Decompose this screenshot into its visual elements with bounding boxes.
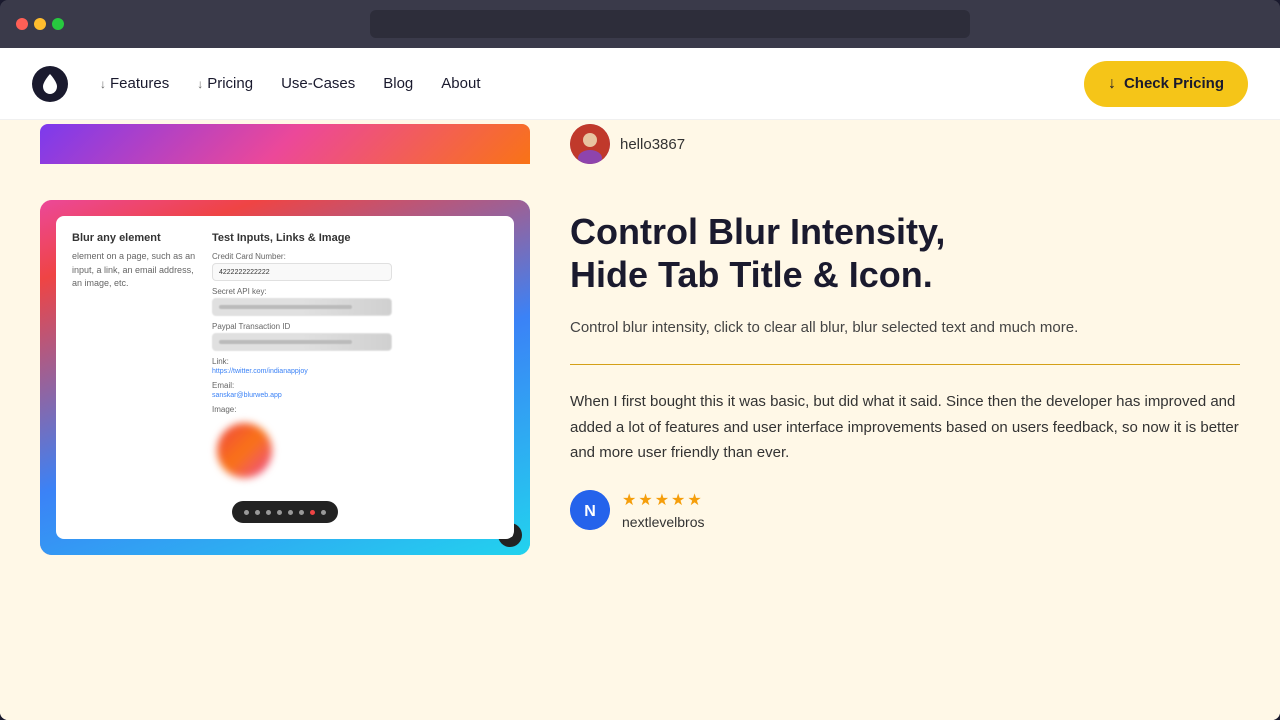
blur-panel-title: Blur any element bbox=[72, 232, 212, 244]
username: hello3867 bbox=[620, 136, 685, 153]
partial-card bbox=[40, 124, 530, 164]
reviewer-info: ★ ★ ★ ★ ★ nextlevelbros bbox=[622, 490, 705, 530]
star-4: ★ bbox=[671, 490, 685, 510]
main-content: hello3867 Blur any element element on a … bbox=[0, 120, 1280, 720]
feature-description: Control blur intensity, click to clear a… bbox=[570, 316, 1240, 340]
feature-title-line1: Control Blur Intensity, bbox=[570, 211, 945, 252]
blog-label: Blog bbox=[383, 75, 413, 92]
api-key-input bbox=[212, 298, 392, 316]
check-pricing-arrow-icon: ↓ bbox=[1108, 75, 1116, 93]
features-arrow-icon: ↓ bbox=[100, 77, 106, 91]
image-preview bbox=[212, 418, 277, 483]
traffic-light-yellow[interactable] bbox=[34, 18, 46, 30]
testimonial-text: When I first bought this it was basic, b… bbox=[570, 389, 1240, 466]
email-value: sanskar@blurweb.app bbox=[212, 392, 498, 399]
top-section: hello3867 bbox=[0, 120, 1280, 180]
star-1: ★ bbox=[622, 490, 636, 510]
toolbar-bar bbox=[232, 501, 338, 523]
image-label: Image: bbox=[212, 405, 498, 414]
nav-item-use-cases[interactable]: Use-Cases bbox=[281, 75, 355, 92]
link-value: https://twitter.com/indianappjoy bbox=[212, 368, 498, 375]
nav-link-pricing[interactable]: ↓ Pricing bbox=[197, 75, 253, 92]
logo[interactable] bbox=[32, 66, 68, 102]
app-inner: Blur any element element on a page, such… bbox=[56, 216, 514, 539]
app-inner-header: Blur any element element on a page, such… bbox=[72, 232, 498, 489]
nav-link-features[interactable]: ↓ Features bbox=[100, 75, 169, 92]
toolbar-dot-6 bbox=[299, 510, 304, 515]
avatar bbox=[570, 124, 610, 164]
blur-panel: Blur any element element on a page, such… bbox=[72, 232, 212, 489]
email-label: Email: bbox=[212, 381, 498, 390]
blur-panel-description: element on a page, such as an input, a l… bbox=[72, 250, 202, 291]
traffic-light-green[interactable] bbox=[52, 18, 64, 30]
traffic-lights bbox=[16, 18, 64, 30]
address-bar[interactable] bbox=[370, 10, 970, 38]
use-cases-label: Use-Cases bbox=[281, 75, 355, 92]
link-field-group: Link: https://twitter.com/indianappjoy bbox=[212, 357, 498, 375]
nav-item-features[interactable]: ↓ Features bbox=[100, 75, 169, 92]
app-preview-wrapper: Blur any element element on a page, such… bbox=[40, 200, 530, 555]
pricing-arrow-icon: ↓ bbox=[197, 77, 203, 91]
paypal-input bbox=[212, 333, 392, 351]
nav-link-blog[interactable]: Blog bbox=[383, 75, 413, 92]
nav-item-about[interactable]: About bbox=[441, 75, 480, 92]
reviewer-name: nextlevelbros bbox=[622, 514, 705, 530]
api-key-field-group: Secret API key: bbox=[212, 287, 498, 316]
nav-item-blog[interactable]: Blog bbox=[383, 75, 413, 92]
api-key-label: Secret API key: bbox=[212, 287, 498, 296]
toolbar-dot-4 bbox=[277, 510, 282, 515]
feature-section: Blur any element element on a page, such… bbox=[0, 180, 1280, 720]
star-2: ★ bbox=[638, 490, 652, 510]
paypal-field-group: Paypal Transaction ID bbox=[212, 322, 498, 351]
svg-text:N: N bbox=[584, 503, 596, 520]
nav-link-use-cases[interactable]: Use-Cases bbox=[281, 75, 355, 92]
test-inputs-panel: Test Inputs, Links & Image Credit Card N… bbox=[212, 232, 498, 489]
toolbar-dot-5 bbox=[288, 510, 293, 515]
divider bbox=[570, 364, 1240, 365]
star-3: ★ bbox=[655, 490, 669, 510]
link-label: Link: bbox=[212, 357, 498, 366]
features-label: Features bbox=[110, 75, 169, 92]
reviewer-avatar: N bbox=[570, 490, 610, 530]
paypal-label: Paypal Transaction ID bbox=[212, 322, 498, 331]
star-rating: ★ ★ ★ ★ ★ bbox=[622, 490, 705, 510]
email-field-group: Email: sanskar@blurweb.app bbox=[212, 381, 498, 399]
toolbar-dot-1 bbox=[244, 510, 249, 515]
credit-card-input: 4222222222222 bbox=[212, 263, 392, 281]
nav-links: ↓ Features ↓ Pricing Use-Cases bbox=[100, 75, 480, 92]
pricing-label: Pricing bbox=[207, 75, 253, 92]
star-5: ★ bbox=[687, 490, 701, 510]
nav-left: ↓ Features ↓ Pricing Use-Cases bbox=[32, 66, 480, 102]
feature-title: Control Blur Intensity, Hide Tab Title &… bbox=[570, 210, 1240, 296]
check-pricing-label: Check Pricing bbox=[1124, 75, 1224, 92]
toolbar-dot-3 bbox=[266, 510, 271, 515]
about-label: About bbox=[441, 75, 480, 92]
app-preview-card: Blur any element element on a page, such… bbox=[40, 200, 530, 555]
credit-card-field-group: Credit Card Number: 4222222222222 bbox=[212, 252, 498, 281]
check-pricing-button[interactable]: ↓ Check Pricing bbox=[1084, 61, 1248, 107]
traffic-light-red[interactable] bbox=[16, 18, 28, 30]
nav-link-about[interactable]: About bbox=[441, 75, 480, 92]
browser-window: ↓ Features ↓ Pricing Use-Cases bbox=[0, 0, 1280, 720]
feature-title-line2: Hide Tab Title & Icon. bbox=[570, 254, 933, 295]
toolbar-dot-2 bbox=[255, 510, 260, 515]
toolbar-dot-7 bbox=[321, 510, 326, 515]
user-badge: hello3867 bbox=[570, 124, 685, 164]
toolbar-dot-red bbox=[310, 510, 315, 515]
image-field-group: Image: bbox=[212, 405, 498, 483]
credit-card-label: Credit Card Number: bbox=[212, 252, 498, 261]
browser-chrome bbox=[0, 0, 1280, 48]
blurred-image bbox=[217, 423, 272, 478]
reviewer: N ★ ★ ★ ★ ★ nextlevelbros bbox=[570, 490, 1240, 530]
test-inputs-title: Test Inputs, Links & Image bbox=[212, 232, 498, 244]
navigation: ↓ Features ↓ Pricing Use-Cases bbox=[0, 48, 1280, 120]
browser-content: ↓ Features ↓ Pricing Use-Cases bbox=[0, 48, 1280, 720]
feature-text: Control Blur Intensity, Hide Tab Title &… bbox=[570, 200, 1240, 530]
nav-item-pricing[interactable]: ↓ Pricing bbox=[197, 75, 253, 92]
